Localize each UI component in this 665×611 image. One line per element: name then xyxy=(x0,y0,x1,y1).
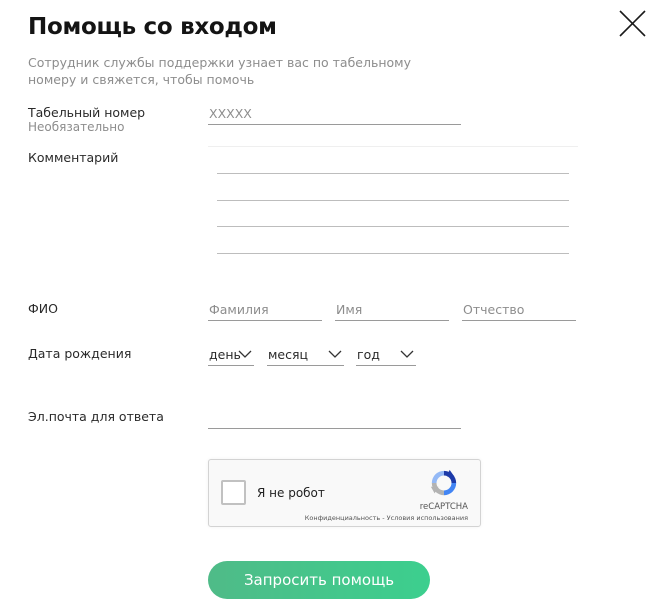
day-select[interactable]: день xyxy=(208,344,254,366)
full-name-label: ФИО xyxy=(28,301,58,316)
page-subtitle: Сотрудник службы поддержки узнает вас по… xyxy=(28,55,411,87)
recaptcha-links[interactable]: Конфиденциальность - Условия использован… xyxy=(305,514,468,522)
recaptcha-logo-icon xyxy=(430,469,457,496)
recaptcha-label: Я не робот xyxy=(257,486,325,500)
last-name-input[interactable] xyxy=(208,299,322,321)
employee-id-hint: Необязательно xyxy=(28,120,125,134)
year-select-value: год xyxy=(357,347,380,362)
year-select[interactable]: год xyxy=(356,344,416,366)
recaptcha-widget: Я не робот reCAPTCHA Конфиденциальность … xyxy=(208,459,481,527)
close-icon[interactable] xyxy=(619,10,646,37)
comment-line xyxy=(217,173,569,174)
recaptcha-brand: reCAPTCHA xyxy=(419,502,468,512)
chevron-down-icon xyxy=(238,350,252,358)
recaptcha-checkbox[interactable] xyxy=(221,480,246,505)
request-help-button[interactable]: Запросить помощь xyxy=(208,561,430,599)
day-select-value: день xyxy=(209,347,241,362)
comment-line xyxy=(217,253,569,254)
month-select[interactable]: месяц xyxy=(267,344,344,366)
middle-name-input[interactable] xyxy=(462,299,576,321)
email-input[interactable] xyxy=(208,407,461,429)
chevron-down-icon xyxy=(328,350,342,358)
comment-label: Комментарий xyxy=(28,150,119,165)
comment-textarea[interactable] xyxy=(208,146,578,262)
chevron-down-icon xyxy=(400,350,414,358)
employee-id-input[interactable] xyxy=(208,103,461,125)
comment-line xyxy=(217,226,569,227)
first-name-input[interactable] xyxy=(335,299,449,321)
month-select-value: месяц xyxy=(268,347,309,362)
email-label: Эл.почта для ответа xyxy=(28,409,164,424)
birth-date-label: Дата рождения xyxy=(28,346,132,361)
employee-id-label: Табельный номер xyxy=(28,105,146,120)
comment-line xyxy=(217,200,569,201)
page-title: Помощь со входом xyxy=(28,14,277,40)
